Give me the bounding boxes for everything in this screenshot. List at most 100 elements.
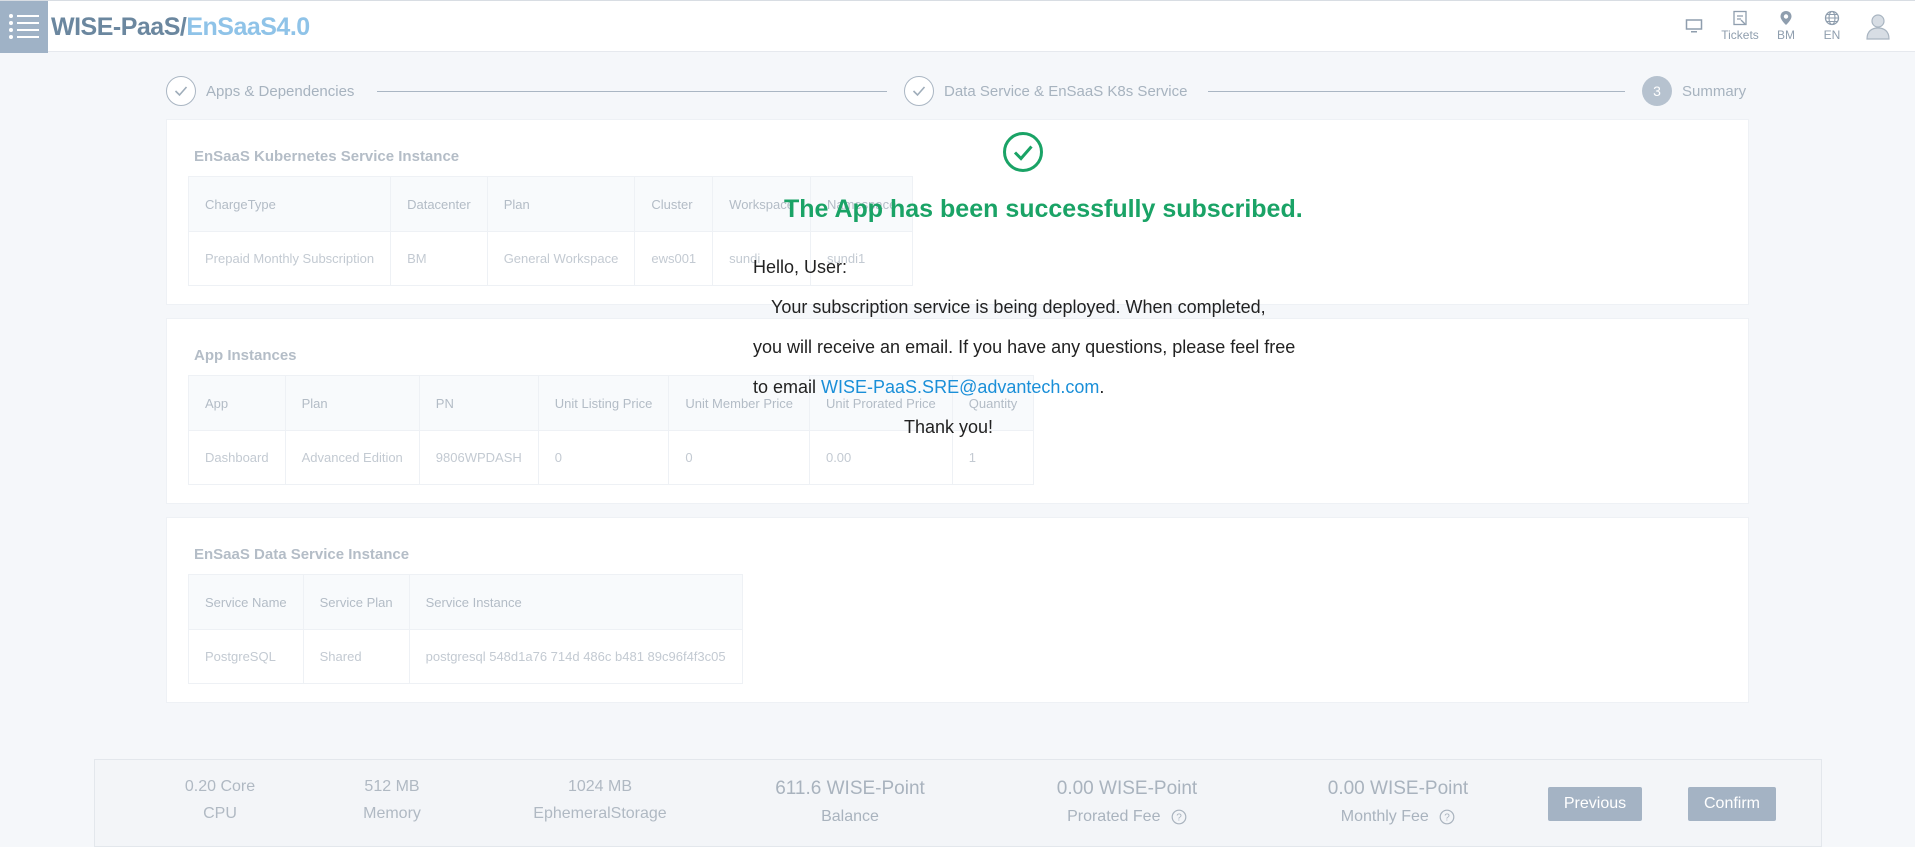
prorated-fee-label-row: Prorated Fee ? — [1022, 808, 1232, 826]
table-header: Service Plan — [302, 574, 410, 630]
tickets-label: Tickets — [1721, 28, 1759, 42]
support-email-link[interactable]: WISE-PaaS.SRE@advantech.com — [821, 377, 1099, 397]
storage-value: 1024 MB — [567, 778, 633, 795]
app-logo[interactable]: WISE-PaaS/EnSaaS4.0 — [51, 13, 310, 42]
help-icon[interactable]: ? — [1439, 809, 1455, 825]
user-avatar-icon — [1866, 14, 1890, 40]
cpu-stat: 0.20 Core CPU — [155, 778, 285, 823]
data-section-title: EnSaaS Data Service Instance — [194, 546, 410, 563]
table-cell: PostgreSQL — [188, 629, 304, 684]
datacenter-button[interactable]: BM — [1763, 1, 1809, 42]
globe-icon — [1824, 10, 1840, 26]
step-3-label: Summary — [1682, 83, 1747, 100]
app-section-title: App Instances — [194, 347, 297, 364]
memory-stat: 512 MB Memory — [337, 778, 447, 823]
datacenter-label: BM — [1777, 28, 1795, 42]
table-header: PN — [418, 375, 539, 431]
step-2-indicator — [904, 76, 934, 106]
table-header: Datacenter — [390, 176, 488, 232]
balance-label: Balance — [821, 808, 879, 825]
step-3-indicator: 3 — [1642, 76, 1672, 106]
table-cell: General Workspace — [486, 231, 636, 286]
check-icon — [912, 86, 926, 97]
summary-footer: 0.20 Core CPU 512 MB Memory 1024 MB Ephe… — [94, 759, 1822, 847]
table-header: Cluster — [634, 176, 714, 232]
success-title: The App has been successfully subscribed… — [784, 195, 1303, 223]
message-line-1: Your subscription service is being deplo… — [771, 297, 1266, 317]
table-cell: 0 — [537, 430, 670, 485]
cpu-label: CPU — [203, 805, 237, 822]
table-cell: 0 — [668, 430, 810, 485]
confirm-button[interactable]: Confirm — [1688, 787, 1776, 821]
logo-ensaas: EnSaaS4.0 — [186, 13, 310, 41]
greeting-text: Hello, User: — [753, 257, 848, 277]
location-pin-icon — [1780, 11, 1792, 25]
prorated-fee-value: 0.00 WISE-Point — [1056, 778, 1198, 799]
logo-wise-paas: WISE-PaaS/ — [51, 13, 187, 41]
table-row: PostgreSQL Shared postgresql 548d1a76 71… — [188, 629, 743, 684]
table-cell: 0.00 — [808, 430, 953, 485]
table-cell: Prepaid Monthly Subscription — [187, 231, 392, 286]
balance-stat: 611.6 WISE-Point Balance — [745, 778, 955, 826]
hamburger-menu-icon — [9, 14, 39, 39]
table-header-row: Service Name Service Plan Service Instan… — [188, 574, 743, 630]
prorated-fee-label: Prorated Fee — [1067, 808, 1161, 825]
monitor-button[interactable] — [1671, 1, 1717, 34]
table-cell: BM — [390, 231, 488, 286]
ticket-icon — [1733, 10, 1747, 26]
table-row: Dashboard Advanced Edition 9806WPDASH 0 … — [188, 430, 1035, 485]
table-header: Unit Listing Price — [537, 375, 670, 431]
step-1-label: Apps & Dependencies — [206, 83, 355, 100]
tickets-button[interactable]: Tickets — [1717, 1, 1763, 42]
data-service-card: EnSaaS Data Service Instance Service Nam… — [166, 517, 1749, 703]
previous-button[interactable]: Previous — [1548, 787, 1642, 821]
monitor-icon — [1685, 19, 1703, 33]
table-cell: Shared — [302, 629, 410, 684]
thank-you-text: Thank you! — [904, 417, 994, 437]
top-header: WISE-PaaS/EnSaaS4.0 Tickets BM EN — [0, 0, 1915, 53]
table-header: App — [188, 375, 286, 431]
data-service-table: Service Name Service Plan Service Instan… — [188, 574, 743, 684]
menu-toggle-button[interactable] — [0, 1, 48, 53]
language-label: EN — [1823, 28, 1841, 42]
table-cell: ews001 — [634, 231, 714, 286]
monthly-fee-label: Monthly Fee — [1340, 808, 1429, 825]
monthly-fee-stat: 0.00 WISE-Point Monthly Fee ? — [1293, 778, 1503, 826]
step-2-label: Data Service & EnSaaS K8s Service — [944, 83, 1188, 100]
prorated-fee-stat: 0.00 WISE-Point Prorated Fee ? — [1022, 778, 1232, 826]
table-header: Plan — [284, 375, 420, 431]
cpu-value: 0.20 Core — [184, 778, 256, 795]
table-header: ChargeType — [187, 176, 392, 232]
storage-label: EphemeralStorage — [533, 805, 667, 822]
step-connector — [1208, 91, 1625, 92]
message-line-3-suffix: . — [1099, 377, 1105, 397]
step-1-indicator — [166, 76, 196, 106]
user-menu-button[interactable] — [1855, 1, 1915, 40]
message-line-2: you will receive an email. If you have a… — [753, 337, 1296, 357]
success-check-icon — [1003, 132, 1043, 172]
table-header: Service Name — [188, 574, 304, 630]
table-header: Plan — [486, 176, 636, 232]
memory-label: Memory — [363, 805, 421, 822]
monthly-fee-value: 0.00 WISE-Point — [1327, 778, 1469, 799]
step-connector — [377, 91, 887, 92]
table-cell: 9806WPDASH — [418, 430, 539, 485]
k8s-section-title: EnSaaS Kubernetes Service Instance — [194, 148, 460, 165]
svg-text:?: ? — [1176, 812, 1182, 823]
language-button[interactable]: EN — [1809, 1, 1855, 42]
header-actions: Tickets BM EN — [1671, 1, 1915, 53]
storage-stat: 1024 MB EphemeralStorage — [520, 778, 680, 823]
monthly-fee-label-row: Monthly Fee ? — [1293, 808, 1503, 826]
table-header: Service Instance — [408, 574, 743, 630]
svg-text:?: ? — [1444, 812, 1450, 823]
memory-value: 512 MB — [364, 778, 420, 795]
table-cell: Advanced Edition — [284, 430, 420, 485]
check-icon — [174, 86, 188, 97]
balance-value: 611.6 WISE-Point — [775, 778, 925, 799]
table-cell: postgresql 548d1a76 714d 486c b481 89c96… — [408, 629, 743, 684]
message-line-3-prefix: to email — [753, 377, 822, 397]
message-line-3: to email WISE-PaaS.SRE@advantech.com. — [753, 377, 1104, 398]
help-icon[interactable]: ? — [1171, 809, 1187, 825]
step-3-number: 3 — [1653, 83, 1661, 99]
table-cell: Dashboard — [188, 430, 286, 485]
